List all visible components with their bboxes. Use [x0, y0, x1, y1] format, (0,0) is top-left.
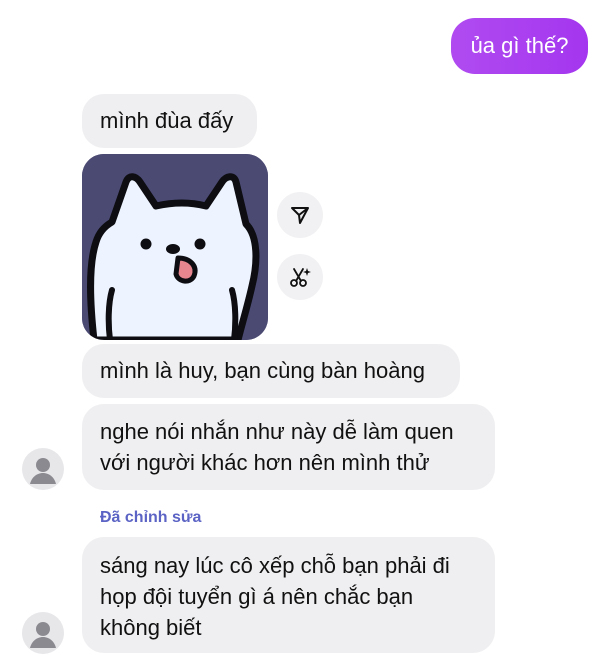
default-user-avatar-icon — [22, 448, 64, 490]
message-text-line: sáng nay lúc cô xếp chỗ bạn phải đi — [100, 553, 450, 578]
message-text-line: với người khác hơn nên mình thử — [100, 450, 430, 475]
incoming-message-bubble[interactable]: mình đùa đấy — [82, 94, 257, 148]
edited-label: Đã chỉnh sửa — [100, 509, 202, 526]
incoming-message-bubble[interactable]: sáng nay lúc cô xếp chỗ bạn phải đi họp … — [82, 537, 495, 653]
send-forward-icon — [291, 207, 309, 224]
message-text: ủa gì thế? — [470, 33, 569, 58]
sender-avatar[interactable] — [22, 448, 64, 490]
white-cat-sticker-image — [82, 154, 268, 340]
default-user-avatar-icon — [22, 612, 64, 654]
cat-sticker[interactable] — [82, 154, 268, 340]
message-text-line: không biết — [100, 615, 202, 640]
remix-button[interactable] — [277, 254, 323, 300]
chat-thread: ủa gì thế? mình đùa đấy mình là huy, bạn… — [0, 0, 600, 670]
scissors-sparkle-icon — [290, 268, 311, 287]
message-text: mình là huy, bạn cùng bàn hoàng — [100, 358, 425, 383]
outgoing-message-bubble[interactable]: ủa gì thế? — [451, 18, 588, 74]
incoming-message-bubble[interactable]: mình là huy, bạn cùng bàn hoàng — [82, 344, 460, 398]
message-text: mình đùa đấy — [100, 108, 234, 133]
message-text-line: nghe nói nhắn như này dễ làm quen — [100, 419, 454, 444]
forward-button[interactable] — [277, 192, 323, 238]
incoming-message-bubble[interactable]: nghe nói nhắn như này dễ làm quen với ng… — [82, 404, 495, 490]
message-text-line: họp đội tuyển gì á nên chắc bạn — [100, 584, 414, 609]
sender-avatar[interactable] — [22, 612, 64, 654]
